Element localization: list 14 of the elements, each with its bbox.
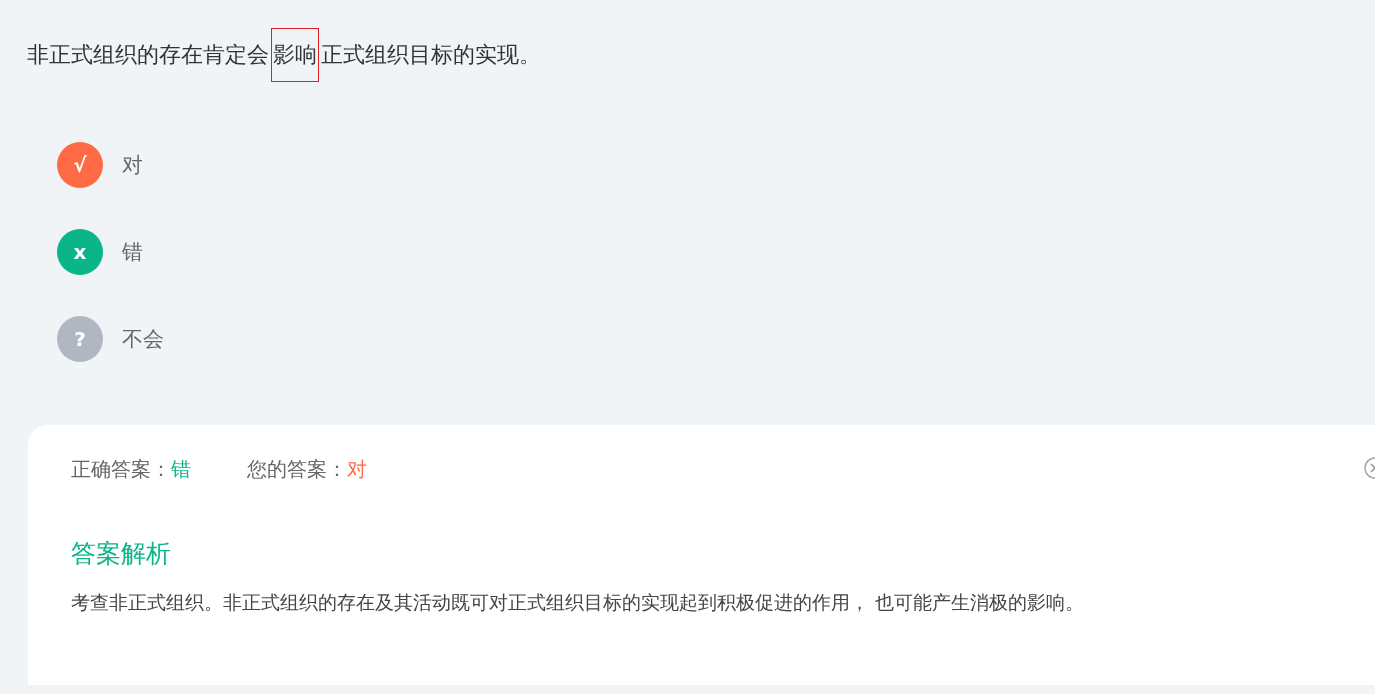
option-label[interactable]: 不会 [122,325,164,353]
option-label[interactable]: 对 [122,151,143,179]
option-marker[interactable]: x [57,229,103,275]
your-answer-value: 对 [347,456,367,483]
question-text: 正式组织目标的实现。 [321,41,541,69]
your-answer-label: 您的答案： [247,456,347,483]
highlighted-text: 影响 [271,28,319,82]
question-text: 非正式组织的存在肯定会 [27,41,269,69]
correct-answer-label: 正确答案： [71,456,171,483]
option-label[interactable]: 错 [122,238,143,266]
option-marker[interactable]: √ [57,142,103,188]
analysis-text: 考查非正式组织。非正式组织的存在及其活动既可对正式组织目标的实现起到积极促进的作用， 也可能产生消极的影响。 [71,590,1086,615]
correct-answer-value: 错 [171,456,191,483]
analysis-title: 答案解析 [71,538,172,570]
